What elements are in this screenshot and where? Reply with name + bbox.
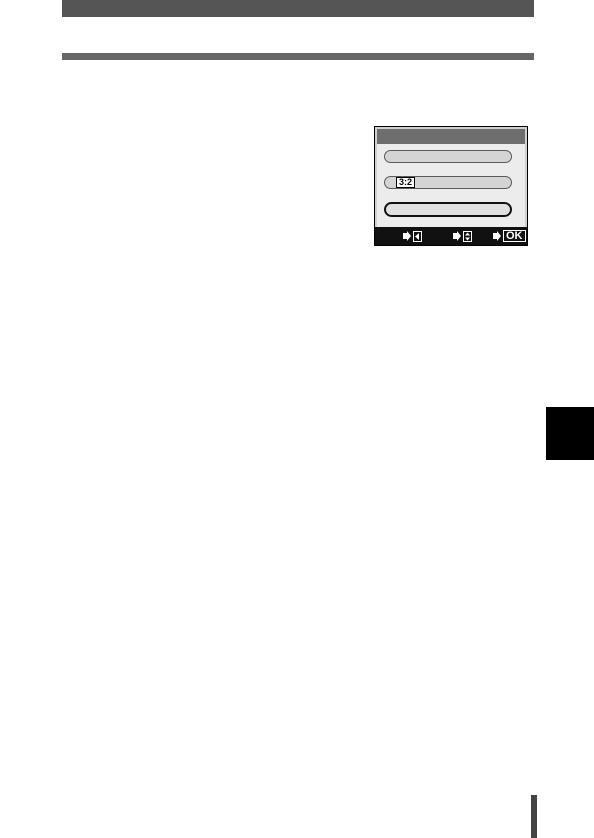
up-down-arrow-key-icon [463, 230, 472, 242]
pointer-icon [493, 231, 501, 241]
footer-back-hint [403, 230, 422, 242]
aspect-ratio-badge: 3:2 [396, 177, 416, 188]
camera-menu-screenshot: 3:2 OK [374, 126, 528, 246]
left-arrow-key-icon [413, 230, 422, 242]
menu-option-2[interactable]: 3:2 [384, 176, 512, 189]
footer-ok-hint: OK [493, 230, 526, 242]
footer-select-hint [453, 230, 472, 242]
pointer-icon [403, 231, 411, 241]
ok-button-label: OK [503, 230, 526, 242]
menu-footer-guide: OK [375, 227, 527, 245]
chapter-side-tab [546, 407, 594, 460]
pointer-icon [453, 231, 461, 241]
page-edge-marker [531, 795, 537, 838]
top-header-bar [62, 0, 534, 17]
menu-option-1[interactable] [384, 150, 512, 163]
menu-option-3-selected[interactable] [384, 202, 512, 217]
header-rule [62, 53, 534, 60]
menu-title-bar [377, 129, 525, 144]
